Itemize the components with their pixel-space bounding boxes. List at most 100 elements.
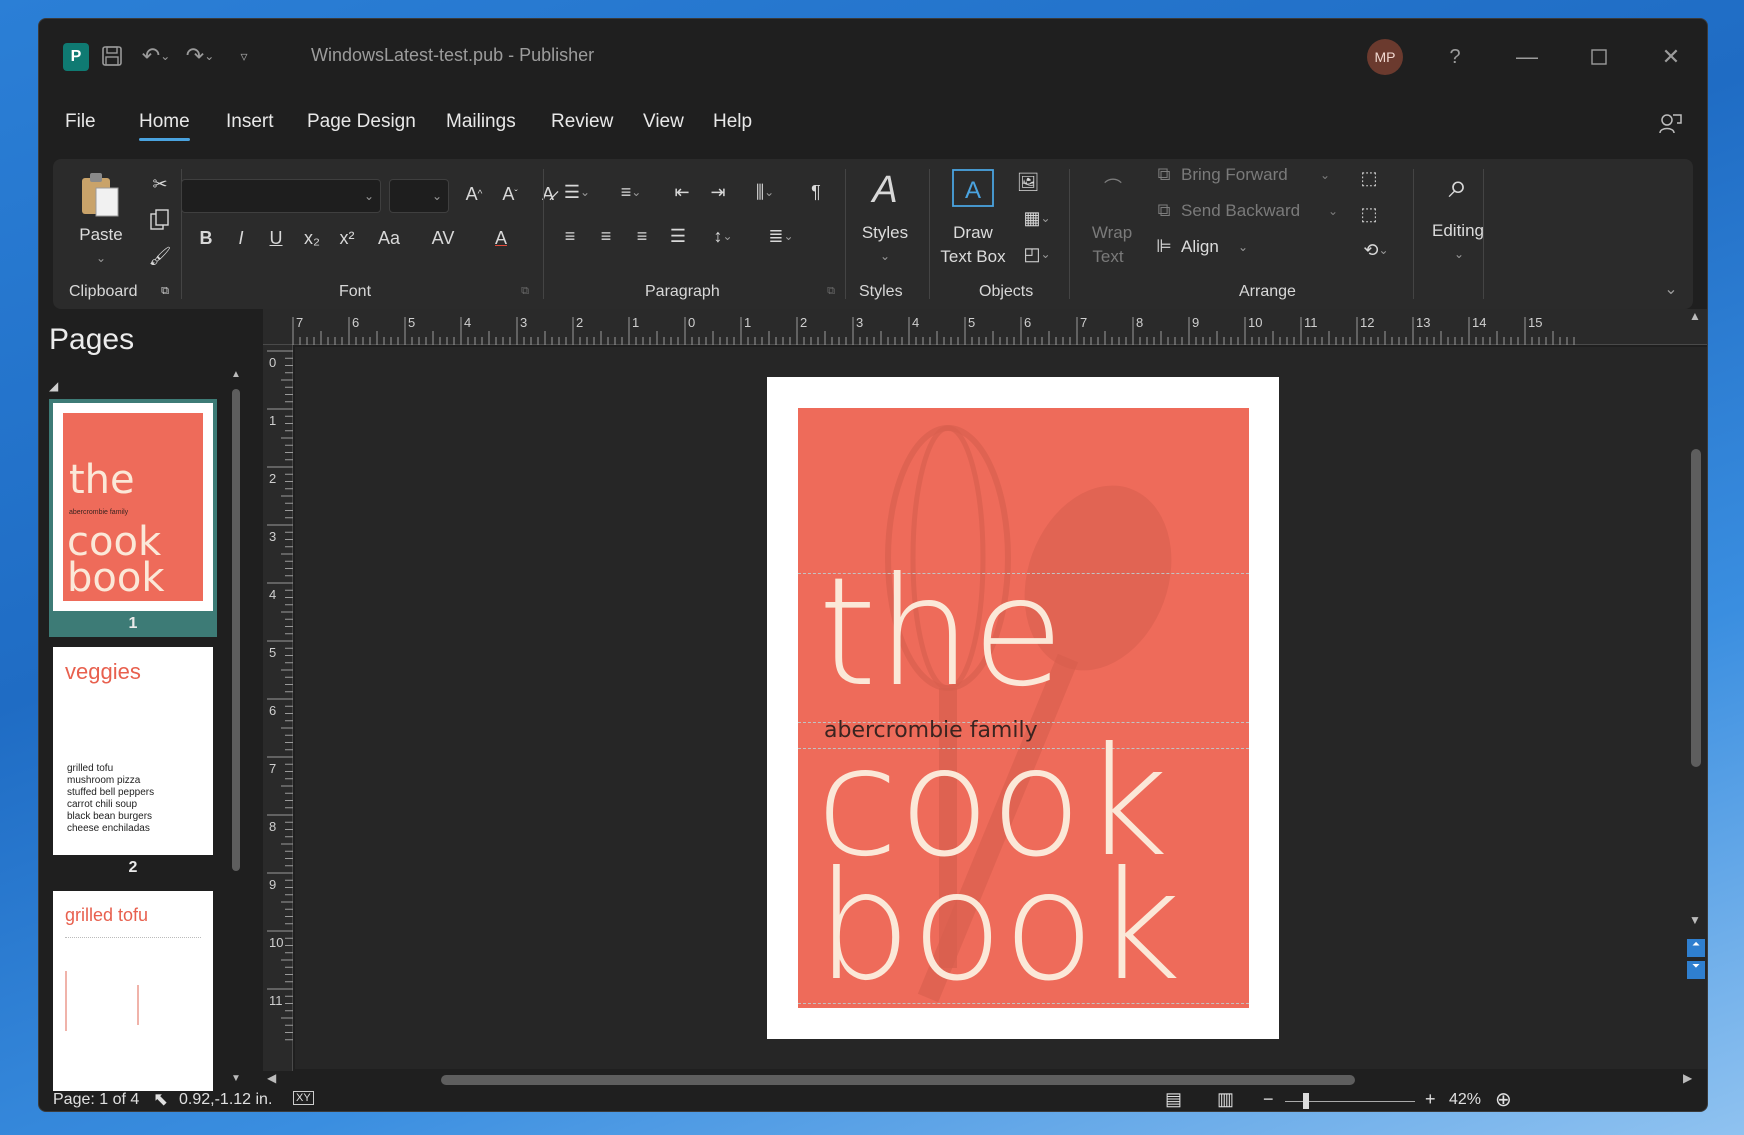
vertical-ruler[interactable]: 0 1 2 3 4 5 6 7 8 9 10 11 <box>263 345 293 1071</box>
styles-label[interactable]: Styles <box>851 223 919 243</box>
tab-home[interactable]: Home <box>139 111 190 141</box>
zoom-out-icon[interactable]: − <box>1263 1089 1274 1110</box>
help-icon[interactable]: ? <box>1437 39 1473 75</box>
paste-label[interactable]: Paste <box>73 225 129 245</box>
previous-page-icon[interactable]: ⏶ <box>1687 939 1705 957</box>
scrollbar-thumb[interactable] <box>1691 449 1701 767</box>
horizontal-ruler[interactable]: 7 6 5 4 3 2 1 0 1 2 3 4 5 6 7 8 9 10 11 12 13 14 15 <box>263 309 1707 345</box>
minimize-icon[interactable]: — <box>1509 39 1545 75</box>
horizontal-scrollbar[interactable]: ◀ ▶ <box>263 1069 1703 1091</box>
tab-insert[interactable]: Insert <box>226 111 274 133</box>
shapes-icon[interactable]: ◰ ⌄ <box>1013 239 1061 269</box>
paste-icon[interactable] <box>75 169 125 219</box>
pictures-icon[interactable]: 🖼 <box>1013 167 1043 197</box>
cover-title-book[interactable]: book <box>816 852 1182 1002</box>
line-spacing-icon[interactable]: ↕ ⌄ <box>701 221 745 251</box>
copy-icon[interactable] <box>145 205 175 235</box>
customize-toolbar-icon[interactable]: ▿ <box>229 41 259 71</box>
paragraph-launcher-icon[interactable]: ⧉ <box>823 283 839 299</box>
tab-mailings[interactable]: Mailings <box>446 111 516 133</box>
zoom-in-icon[interactable]: + <box>1425 1089 1436 1110</box>
editing-dropdown-icon[interactable]: ⌄ <box>1449 247 1469 261</box>
page-thumbnail-3[interactable]: grilled tofu <box>53 891 213 1091</box>
align-button[interactable]: Align <box>1181 237 1237 257</box>
show-paragraph-marks-icon[interactable]: ¶ <box>801 177 831 207</box>
scroll-down-arrow-icon[interactable]: ▼ <box>1689 913 1701 927</box>
paragraph-spacing-icon[interactable]: ≣ ⌄ <box>759 221 803 251</box>
tab-help[interactable]: Help <box>713 111 752 133</box>
redo-icon[interactable]: ↷ ⌄ <box>185 41 215 71</box>
change-case-button[interactable]: Aa <box>367 223 411 253</box>
align-objects-icon[interactable]: ⊫ <box>1151 231 1177 261</box>
collapse-pane-icon[interactable]: ◢ <box>49 379 58 393</box>
send-backward-dropdown-icon[interactable]: ⌄ <box>1323 201 1343 221</box>
font-name-box[interactable]: ⌄ <box>181 179 381 213</box>
vertical-scrollbar[interactable]: ▲ ▼ ⏶ ⏷ <box>1685 309 1707 1069</box>
collapse-ribbon-icon[interactable]: ⌄ <box>1661 279 1681 299</box>
paste-dropdown-icon[interactable]: ⌄ <box>91 251 111 265</box>
page-thumbnail-2[interactable]: veggies grilled tofu mushroom pizza stuf… <box>53 647 213 855</box>
page-indicator[interactable]: Page: 1 of 4 <box>53 1091 139 1109</box>
italic-button[interactable]: I <box>226 223 256 253</box>
shrink-font-icon[interactable]: Aˇ <box>495 179 525 209</box>
character-spacing-button[interactable]: AV <box>421 223 465 253</box>
canvas-area[interactable]: the abercrombie family cook book <box>295 347 1707 1069</box>
subscript-button[interactable]: x₂ <box>297 223 327 253</box>
cover-title-the[interactable]: the <box>818 558 1064 708</box>
draw-text-box-icon[interactable]: A <box>949 167 997 209</box>
tab-file[interactable]: File <box>65 111 96 133</box>
table-icon[interactable]: ▦ ⌄ <box>1013 203 1061 233</box>
font-color-button[interactable]: A <box>481 223 521 253</box>
numbering-icon[interactable]: ≡ ⌄ <box>609 177 653 207</box>
search-icon[interactable]: ⌕ <box>1433 161 1483 211</box>
comments-icon[interactable] <box>1657 111 1685 139</box>
page-thumbnail-1[interactable]: the abercrombie family cook book <box>53 403 213 611</box>
clipboard-launcher-icon[interactable]: ⧉ <box>157 283 173 299</box>
pages-scrollbar[interactable]: ▲ ▼ <box>229 369 243 1089</box>
editing-button[interactable]: Editing <box>1419 221 1497 241</box>
rotate-icon[interactable]: ⟲ ⌄ <box>1353 235 1399 265</box>
scrollbar-thumb[interactable] <box>232 389 240 871</box>
send-backward-icon[interactable]: ⧉ <box>1151 195 1177 225</box>
undo-icon[interactable]: ↶ ⌄ <box>141 41 171 71</box>
styles-dropdown-icon[interactable]: ⌄ <box>875 249 895 263</box>
align-dropdown-icon[interactable]: ⌄ <box>1235 237 1251 257</box>
scroll-up-arrow-icon[interactable]: ▲ <box>231 369 241 380</box>
underline-button[interactable]: U <box>261 223 291 253</box>
zoom-level[interactable]: 42% <box>1449 1091 1481 1109</box>
wrap-text-icon[interactable]: ⌒ <box>1089 167 1137 207</box>
font-launcher-icon[interactable]: ⧉ <box>517 283 533 299</box>
increase-indent-icon[interactable]: ⇥ <box>703 177 733 207</box>
zoom-slider-thumb[interactable] <box>1303 1093 1309 1109</box>
maximize-icon[interactable] <box>1581 39 1617 75</box>
bring-forward-dropdown-icon[interactable]: ⌄ <box>1315 165 1335 185</box>
cut-icon[interactable]: ✂ <box>145 169 175 199</box>
send-backward-button[interactable]: Send Backward <box>1181 201 1321 221</box>
close-icon[interactable]: ✕ <box>1653 39 1689 75</box>
fit-page-icon[interactable]: ⊕ <box>1495 1087 1512 1111</box>
two-page-spread-icon[interactable]: ▥ <box>1217 1089 1234 1110</box>
group-icon[interactable]: ⬚ <box>1353 163 1385 193</box>
superscript-button[interactable]: x² <box>332 223 362 253</box>
font-size-box[interactable]: ⌄ <box>389 179 449 213</box>
bring-forward-button[interactable]: Bring Forward <box>1181 165 1311 185</box>
tab-review[interactable]: Review <box>551 111 613 133</box>
next-page-icon[interactable]: ⏷ <box>1687 961 1705 979</box>
single-page-view-icon[interactable]: ▤ <box>1165 1089 1182 1110</box>
ungroup-icon[interactable]: ⬚ <box>1353 199 1385 229</box>
publication-page[interactable]: the abercrombie family cook book <box>767 377 1279 1039</box>
wrap-text-label-1[interactable]: Wrap <box>1077 223 1147 243</box>
align-center-icon[interactable]: ≡ <box>591 221 621 251</box>
columns-icon[interactable]: ⫼ ⌄ <box>743 177 787 207</box>
scrollbar-thumb[interactable] <box>441 1075 1355 1085</box>
align-left-icon[interactable]: ≡ <box>555 221 585 251</box>
decrease-indent-icon[interactable]: ⇤ <box>667 177 697 207</box>
cover-background[interactable]: the abercrombie family cook book <box>798 408 1249 1008</box>
tab-page-design[interactable]: Page Design <box>307 111 416 133</box>
scroll-left-arrow-icon[interactable]: ◀ <box>267 1071 276 1085</box>
bold-button[interactable]: B <box>191 223 221 253</box>
scroll-down-arrow-icon[interactable]: ▼ <box>231 1073 241 1084</box>
format-painter-icon[interactable]: 🖌 <box>145 241 175 271</box>
wrap-text-label-2[interactable]: Text <box>1073 247 1143 267</box>
align-right-icon[interactable]: ≡ <box>627 221 657 251</box>
